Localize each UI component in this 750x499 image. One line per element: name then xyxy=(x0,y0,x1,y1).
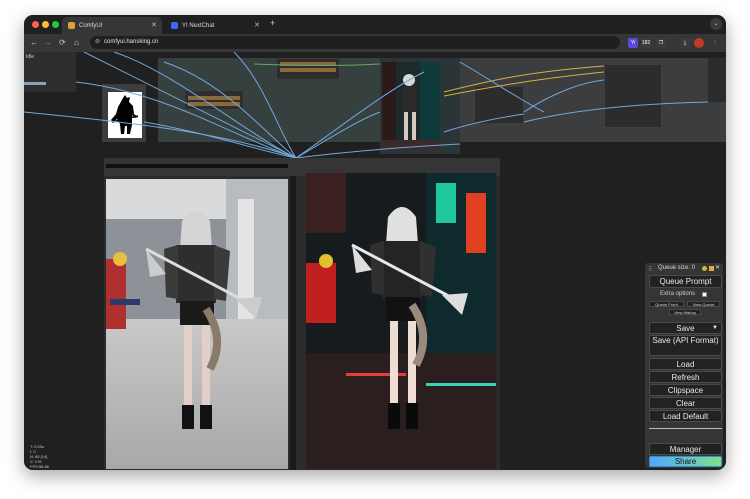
tab-title: ComfyUI xyxy=(79,22,103,29)
tab-comfyui[interactable]: ComfyUI ✕ xyxy=(62,17,162,34)
refresh-button[interactable]: Refresh xyxy=(649,371,722,383)
save-api-format-button[interactable]: Save (API Format) xyxy=(649,335,722,356)
nextchat-favicon-icon xyxy=(171,22,178,29)
profile-avatar-icon[interactable] xyxy=(694,38,704,48)
original-photo-illustration xyxy=(106,179,288,469)
settings-gear-icon[interactable] xyxy=(702,266,707,271)
node-widget-bar[interactable] xyxy=(106,164,288,168)
save-dropdown-icon[interactable]: ▼ xyxy=(712,323,718,334)
comfyui-favicon-icon xyxy=(68,22,75,29)
maximize-window-button[interactable] xyxy=(52,21,59,28)
download-icon[interactable]: ⤓ xyxy=(680,38,690,48)
comfyui-canvas[interactable]: Idle T: 0.00s I: 0 N: 86 [14] V: 176 FPS… xyxy=(24,52,726,470)
browser-menu-icon[interactable]: ⋮ xyxy=(710,38,720,48)
status-label: Idle xyxy=(26,54,35,60)
queue-front-button[interactable]: Queue Front xyxy=(649,301,684,307)
history-icon[interactable] xyxy=(709,266,714,271)
new-tab-button[interactable]: + xyxy=(270,18,275,28)
reload-button[interactable]: ⟳ xyxy=(59,37,66,48)
load-button[interactable]: Load xyxy=(649,358,722,370)
tab-title: YI NextChat xyxy=(182,22,215,29)
save-button[interactable]: Save ▼ xyxy=(649,322,722,334)
close-tab-icon[interactable]: ✕ xyxy=(254,21,260,29)
stat-fps: FPS:58.88 xyxy=(30,464,49,469)
minimize-window-button[interactable] xyxy=(42,21,49,28)
extra-options-checkbox[interactable] xyxy=(702,292,707,297)
tab-nextchat[interactable]: YI NextChat ✕ xyxy=(165,17,265,34)
original-image[interactable] xyxy=(106,179,288,469)
manager-button[interactable]: Manager xyxy=(649,443,722,455)
queue-size-label: Queue size: 0 xyxy=(658,265,696,271)
url-text: comfyui.hansking.cn xyxy=(104,39,159,45)
browser-window: ComfyUI ✕ YI NextChat ✕ + ⌄ ← → ⟳ ⌂ ⊜ co… xyxy=(24,15,726,470)
processed-photo-illustration xyxy=(306,173,496,469)
badge-extension-icon[interactable]: 182 xyxy=(641,38,651,48)
queue-size-row: Queue size: 0 ✕ xyxy=(648,265,720,274)
home-button[interactable]: ⌂ xyxy=(74,37,79,48)
comfyui-menu[interactable]: ⠿ Queue size: 0 ✕ Queue Prompt Extra opt… xyxy=(645,263,723,468)
yi-extension-icon[interactable]: Yi xyxy=(628,38,638,48)
site-info-icon[interactable]: ⊜ xyxy=(95,36,100,49)
back-button[interactable]: ← xyxy=(30,37,38,48)
load-default-button[interactable]: Load Default xyxy=(649,410,722,422)
share-button[interactable]: Share xyxy=(649,456,722,467)
clear-button[interactable]: Clear xyxy=(649,397,722,409)
browser-toolbar: ← → ⟳ ⌂ ⊜ comfyui.hansking.cn Yi 182 ❐ ⤓… xyxy=(24,34,726,52)
tab-search-button[interactable]: ⌄ xyxy=(710,18,722,30)
close-tab-icon[interactable]: ✕ xyxy=(151,21,157,29)
tab-bar: ComfyUI ✕ YI NextChat ✕ + ⌄ xyxy=(24,15,726,34)
address-bar[interactable]: ⊜ comfyui.hansking.cn xyxy=(90,36,620,49)
extra-options-label: Extra options xyxy=(660,291,696,297)
compare-divider[interactable] xyxy=(290,176,296,470)
render-stats: T: 0.00s I: 0 N: 86 [14] V: 176 FPS:58.8… xyxy=(30,444,49,469)
view-history-button[interactable]: View History xyxy=(669,309,701,315)
queue-prompt-button[interactable]: Queue Prompt xyxy=(649,275,722,288)
view-queue-button[interactable]: View Queue xyxy=(687,301,720,307)
clipspace-button[interactable]: Clipspace xyxy=(649,384,722,396)
close-menu-icon[interactable]: ✕ xyxy=(715,264,720,271)
extensions-puzzle-icon[interactable]: ❐ xyxy=(656,38,666,48)
forward-button[interactable]: → xyxy=(44,37,52,48)
processed-image[interactable] xyxy=(306,173,496,469)
menu-divider xyxy=(649,428,722,429)
save-label: Save xyxy=(676,324,695,333)
close-window-button[interactable] xyxy=(32,21,39,28)
